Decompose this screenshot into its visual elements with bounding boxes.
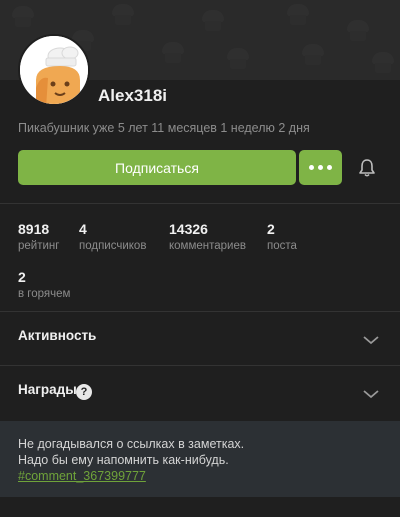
help-icon[interactable]: ? xyxy=(76,384,92,400)
member-since-text: Пикабушник уже 5 лет 11 месяцев 1 неделю… xyxy=(18,121,310,135)
stat-posts[interactable]: 2 поста xyxy=(267,221,297,252)
muffin-pattern-icon xyxy=(225,48,251,70)
stat-rating: 8918 рейтинг xyxy=(18,221,60,252)
awards-section-title[interactable]: Награды xyxy=(18,382,77,397)
chevron-down-icon[interactable] xyxy=(362,334,380,346)
avatar[interactable] xyxy=(18,34,90,106)
stat-subscribers[interactable]: 4 подписчиков xyxy=(79,221,146,252)
muffin-pattern-icon xyxy=(10,6,36,28)
muffin-pattern-icon xyxy=(300,44,326,66)
bell-icon[interactable] xyxy=(357,158,377,178)
muffin-pattern-icon xyxy=(200,10,226,32)
username[interactable]: Alex318i xyxy=(98,86,167,106)
divider xyxy=(0,203,400,204)
muffin-pattern-icon xyxy=(370,52,396,74)
divider xyxy=(0,311,400,312)
user-note: Не догадывался о ссылках в заметках. Над… xyxy=(0,421,400,497)
muffin-pattern-icon xyxy=(160,42,186,64)
divider xyxy=(0,365,400,366)
note-line: Не догадывался о ссылках в заметках. xyxy=(18,437,245,451)
stat-hot[interactable]: 2 в горячем xyxy=(18,269,70,300)
more-dots-icon xyxy=(309,165,314,170)
chevron-down-icon[interactable] xyxy=(362,388,380,400)
subscribe-button[interactable]: Подписаться xyxy=(18,150,296,185)
bottom-strip xyxy=(0,497,400,517)
note-line: Надо бы ему напомнить как-нибудь. xyxy=(18,453,229,467)
muffin-pattern-icon xyxy=(345,20,371,42)
stat-comments[interactable]: 14326 комментариев xyxy=(169,221,246,252)
activity-section-title[interactable]: Активность xyxy=(18,328,96,343)
more-options-button[interactable] xyxy=(299,150,342,185)
note-comment-link[interactable]: #comment_367399777 xyxy=(18,469,146,483)
muffin-pattern-icon xyxy=(285,4,311,26)
muffin-pattern-icon xyxy=(110,4,136,26)
